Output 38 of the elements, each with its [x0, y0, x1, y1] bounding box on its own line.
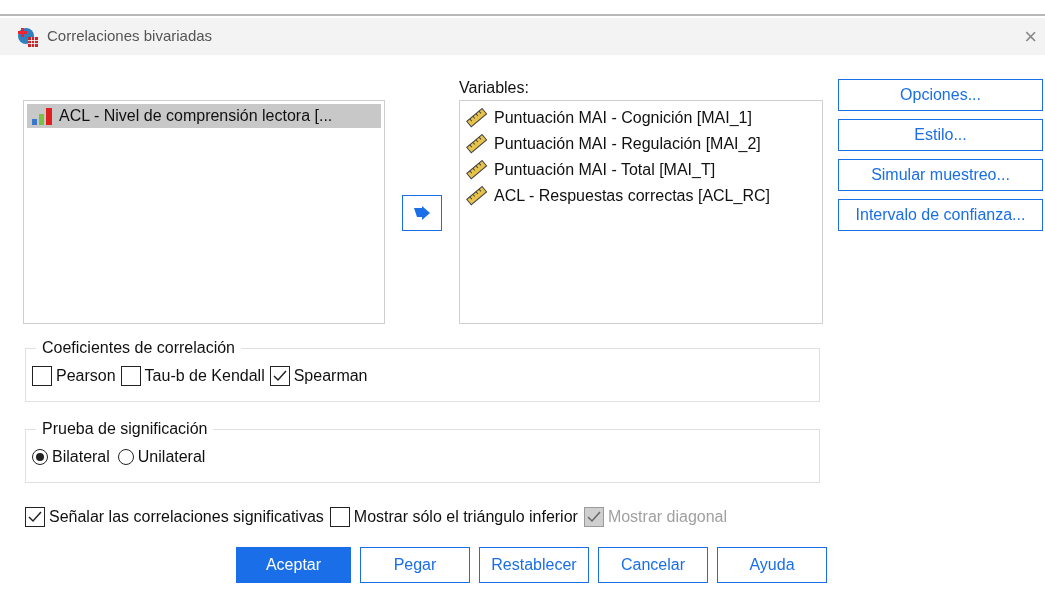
radio-button[interactable]	[32, 449, 48, 465]
radio-label: Unilateral	[137, 447, 206, 467]
checkbox-label: Spearman	[293, 366, 368, 386]
checkbox[interactable]	[269, 366, 290, 386]
dialog-button[interactable]: Restablecer	[479, 547, 589, 583]
calculator-icon	[17, 25, 39, 48]
checkbox[interactable]	[329, 507, 350, 527]
list-item[interactable]: Puntuación MAI - Total [MAI_T]	[466, 157, 822, 183]
dialog-button[interactable]: Ayuda	[717, 547, 827, 583]
arrow-icon	[413, 206, 431, 220]
radio-label: Bilateral	[52, 447, 110, 467]
side-button[interactable]: Simular muestreo...	[838, 159, 1043, 191]
checkbox[interactable]	[25, 507, 45, 527]
group-title: Prueba de significación	[41, 419, 209, 439]
side-button[interactable]: Intervalo de confianza...	[838, 199, 1043, 231]
group-title: Coeficientes de correlación	[41, 338, 236, 358]
list-item[interactable]: Puntuación MAI - Regulación [MAI_2]	[466, 131, 822, 157]
list-item[interactable]: ACL - Respuestas correctas [ACL_RC]	[466, 183, 822, 209]
checkbox-label: Pearson	[56, 366, 116, 386]
variables-label: Variables:	[459, 79, 530, 98]
checkbox-label: Tau-b de Kendall	[144, 366, 265, 386]
dialog-button[interactable]: Cancelar	[598, 547, 708, 583]
list-item[interactable]: ACL - Nivel de comprensión lectora [...	[27, 104, 381, 128]
window-title: Correlaciones bivariadas	[47, 26, 213, 47]
checkbox-label: Señalar las correlaciones significativas	[49, 507, 324, 527]
checkbox-label: Mostrar sólo el triángulo inferior	[353, 507, 578, 527]
dialog-button[interactable]: Pegar	[360, 547, 470, 583]
radio-button[interactable]	[117, 449, 134, 465]
checkbox[interactable]	[120, 366, 141, 386]
move-button[interactable]	[402, 195, 442, 231]
side-button[interactable]: Estilo...	[838, 119, 1043, 151]
checkbox[interactable]	[32, 366, 52, 386]
side-button[interactable]: Opciones...	[838, 79, 1043, 111]
dialog-button[interactable]: Aceptar	[236, 547, 351, 583]
checkbox-label: Mostrar diagonal	[607, 507, 728, 527]
close-button[interactable]: ×	[1024, 25, 1037, 48]
list-item[interactable]: Puntuación MAI - Cognición [MAI_1]	[466, 105, 822, 131]
bar-chart-icon	[31, 106, 53, 126]
